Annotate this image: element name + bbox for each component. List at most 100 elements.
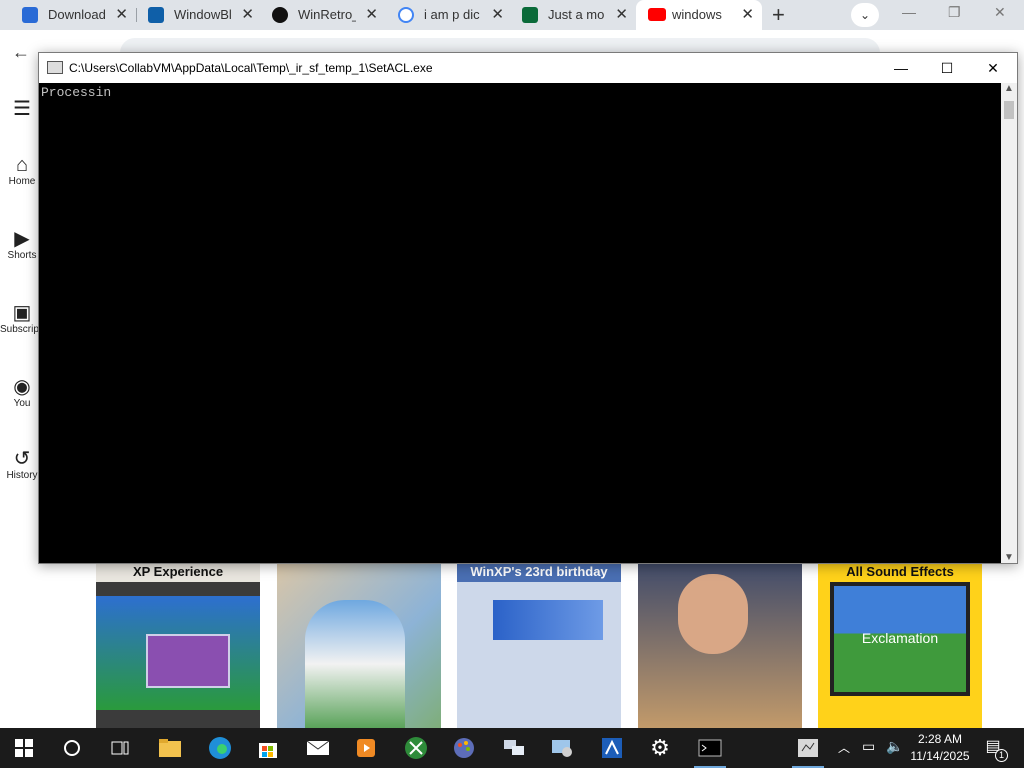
console-title-text: C:\Users\CollabVM\AppData\Local\Temp\_ir… (69, 61, 433, 75)
close-icon[interactable]: ✕ (741, 5, 754, 23)
thumbnail-overlay-text: Exclamation (861, 630, 939, 646)
start-button[interactable] (0, 728, 48, 768)
task-view-button[interactable] (96, 728, 144, 768)
new-tab-button[interactable]: + (772, 2, 785, 28)
file-explorer-button[interactable] (146, 728, 194, 768)
sidebar-item-label: Shorts (7, 250, 37, 261)
gear-icon: ⚙ (650, 735, 670, 760)
tab-youtube-windows[interactable]: windows ✕ (636, 0, 762, 30)
mail-button[interactable] (294, 728, 342, 768)
scroll-up-arrow-icon[interactable]: ▲ (1001, 83, 1017, 94)
tab-title: WinRetro_ (298, 7, 356, 22)
window-close-icon[interactable]: ✕ (994, 4, 1006, 21)
console-app-icon (47, 61, 63, 74)
setacl-app-icon (798, 739, 818, 757)
tab-windowblinds[interactable]: WindowBl ✕ (126, 0, 262, 30)
settings-button[interactable]: ⚙ (636, 728, 684, 768)
github-favicon-icon (272, 7, 288, 23)
setacl-taskbar-button[interactable] (784, 728, 832, 768)
desktop-screen: Download ✕ WindowBl ✕ WinRetro_ ✕ i am p… (0, 0, 1024, 768)
console-scrollbar[interactable]: ▲ ▼ (1001, 83, 1017, 563)
console-window[interactable]: C:\Users\CollabVM\AppData\Local\Temp\_ir… (38, 52, 1018, 564)
console-output-text: Processin (41, 85, 112, 100)
tab-google-search[interactable]: i am p dic ✕ (376, 0, 512, 30)
console-title-bar[interactable]: C:\Users\CollabVM\AppData\Local\Temp\_ir… (39, 53, 1017, 83)
app-framed-icon (602, 738, 622, 758)
sidebar-item-label: Home (8, 176, 36, 187)
tab-title: windows (672, 7, 722, 22)
show-hidden-icons-chevron-icon[interactable]: ︿ (838, 739, 850, 768)
remote-desktop-button[interactable] (538, 728, 586, 768)
tab-title: Download (48, 7, 106, 22)
xbox-icon (405, 737, 427, 759)
thumbnail-person-art (305, 600, 405, 728)
xbox-button[interactable] (392, 728, 440, 768)
window-minimize-icon[interactable]: — (902, 4, 916, 20)
tab-just-a-moment[interactable]: Just a mo ✕ (500, 0, 636, 30)
console-minimize-button[interactable]: — (879, 57, 923, 79)
back-arrow-icon[interactable]: ← (12, 42, 30, 63)
video-thumbnail[interactable] (277, 560, 441, 728)
windows-start-icon (15, 739, 33, 757)
console-close-button[interactable]: ✕ (971, 57, 1015, 79)
paint-3d-button[interactable] (440, 728, 488, 768)
volume-muted-icon[interactable]: 🔈 (886, 738, 903, 768)
windowblinds-favicon-icon (148, 7, 164, 23)
edge-icon (209, 737, 231, 759)
edge-browser-button[interactable] (196, 728, 244, 768)
thumbnail-face-art (678, 574, 748, 654)
thumbnail-caption: WinXP's 23rd birthday (470, 564, 608, 579)
remote-desktop-icon (552, 740, 572, 757)
media-player-icon (357, 739, 375, 757)
sidebar-item-label: History (6, 470, 38, 481)
close-icon[interactable]: ✕ (615, 5, 628, 23)
sidebar-item-label: You (13, 398, 31, 409)
video-thumbnail[interactable]: All Sound Effects Exclamation (818, 560, 982, 728)
thumbnail-window-art (146, 634, 230, 688)
folder-icon (159, 739, 181, 757)
google-favicon-icon (398, 7, 414, 23)
paint-palette-icon (454, 738, 474, 758)
search-button[interactable] (48, 728, 96, 768)
network-app-button[interactable] (490, 728, 538, 768)
clock-date: 11/14/2025 (910, 749, 970, 763)
search-circle-icon (64, 740, 80, 756)
tab-title: i am p dic (424, 7, 480, 22)
store-button[interactable] (244, 728, 292, 768)
action-center-button[interactable]: ▤ 1 (980, 736, 1008, 762)
task-view-icon (111, 741, 129, 755)
store-bag-icon (259, 743, 277, 758)
console-output-area[interactable]: Processin (39, 83, 1001, 563)
site-favicon-icon (522, 7, 538, 23)
thumbnail-caption: All Sound Effects (846, 564, 954, 579)
download-favicon-icon (22, 7, 38, 23)
tab-title: WindowBl (174, 7, 232, 22)
video-thumbnail[interactable]: WinXP's 23rd birthday (457, 560, 621, 728)
tab-title: Just a mo (548, 7, 605, 22)
command-prompt-icon (698, 739, 722, 757)
scroll-down-arrow-icon[interactable]: ▼ (1001, 552, 1017, 563)
window-restore-icon[interactable]: ❐ (948, 4, 961, 21)
thumbnail-monitor-art: Exclamation (830, 582, 970, 696)
network-status-icon[interactable]: ▭ (862, 738, 875, 768)
clock-time: 2:28 AM (917, 732, 963, 746)
app-button[interactable] (588, 728, 636, 768)
system-clock[interactable]: 2:28 AM 11/14/2025 (908, 731, 972, 765)
mail-envelope-icon (306, 740, 330, 755)
notification-count-badge: 1 (995, 749, 1008, 762)
media-player-button[interactable] (342, 728, 390, 768)
command-prompt-button[interactable] (686, 728, 734, 768)
tab-download[interactable]: Download ✕ (0, 0, 136, 30)
scrollbar-thumb[interactable] (1004, 101, 1014, 119)
youtube-favicon-icon (648, 8, 666, 21)
network-computers-icon (504, 740, 524, 755)
video-thumbnail[interactable]: XP Experience (96, 560, 260, 728)
video-thumbnail[interactable] (638, 560, 802, 728)
taskbar: ⚙ ︿ ▭ 🔈 2:28 AM 11/14/2025 ▤ 1 (0, 728, 1024, 768)
tab-search-button[interactable]: ⌄ (851, 3, 879, 27)
thumbnail-caption: XP Experience (132, 564, 224, 579)
tab-winretro[interactable]: WinRetro_ ✕ (250, 0, 386, 30)
thumbnail-windows-logo-art (493, 600, 603, 640)
browser-tab-strip: Download ✕ WindowBl ✕ WinRetro_ ✕ i am p… (0, 0, 1024, 30)
console-maximize-button[interactable]: ☐ (925, 57, 969, 79)
